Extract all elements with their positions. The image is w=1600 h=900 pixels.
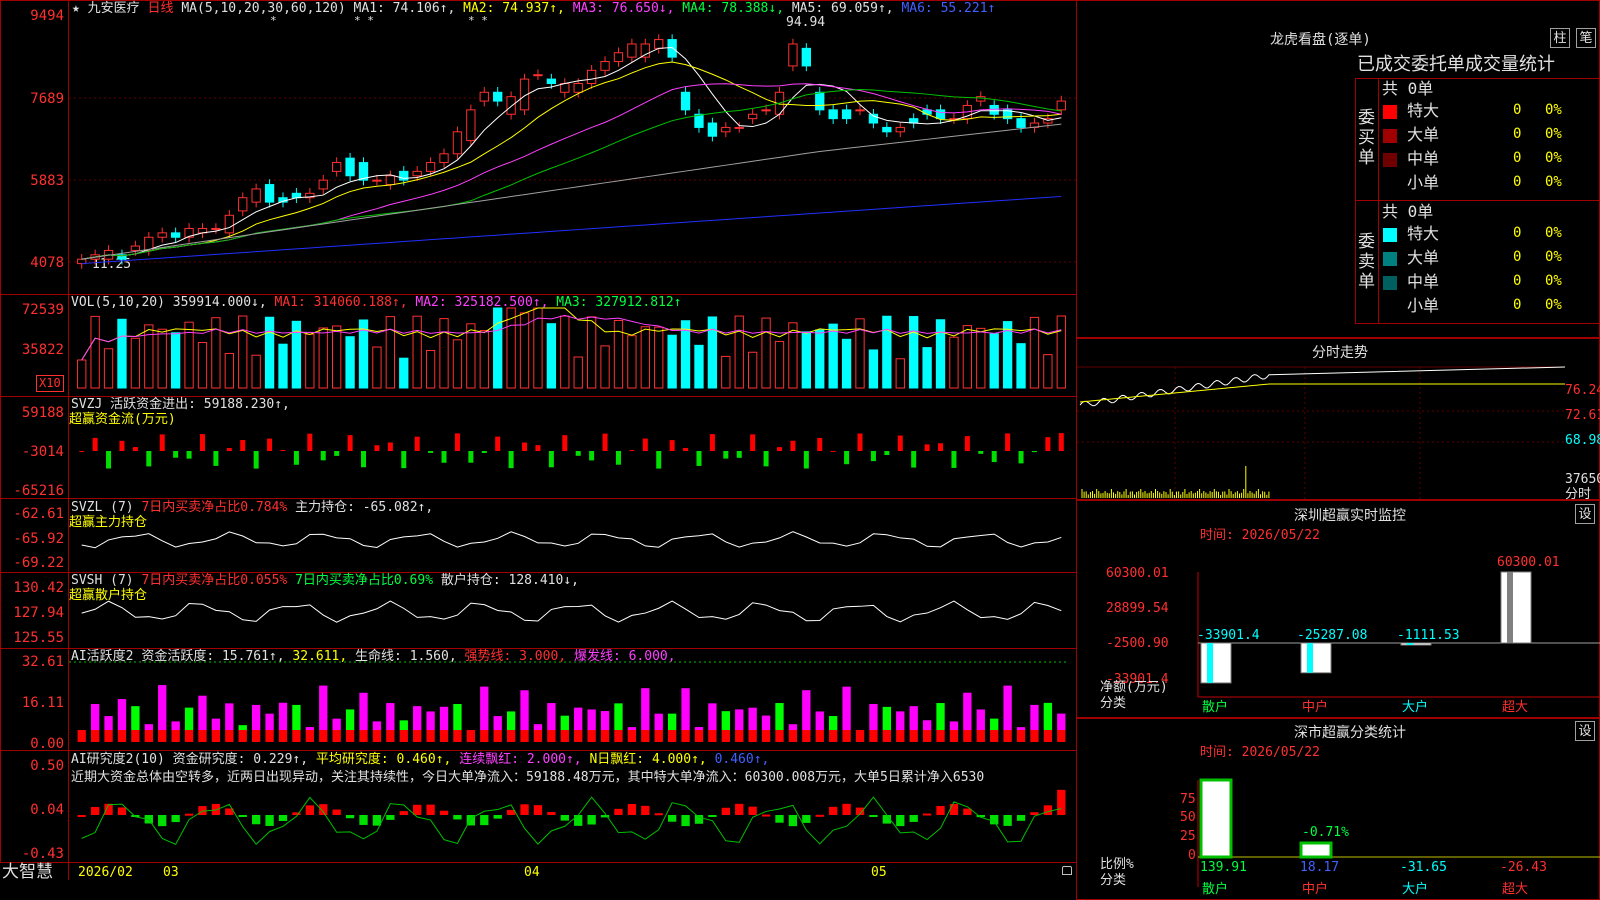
classify-category-3: 超大	[1502, 882, 1528, 897]
classify-category-1: 中户	[1302, 881, 1328, 897]
classify-value-3: -26.43	[1500, 860, 1547, 875]
classify-bar-0	[1199, 778, 1233, 859]
classify-category-2: 大户	[1402, 881, 1428, 897]
monitor-bar-3	[1500, 571, 1532, 644]
classify-category-0: 散户	[1202, 881, 1228, 897]
monitor-bar-shade-2	[1407, 643, 1413, 645]
monitor-value-0: -33901.4	[1197, 628, 1260, 643]
monitor-bar-shade-1	[1307, 643, 1313, 673]
classify-value-0: 139.91	[1200, 860, 1247, 875]
monitor-category-1: 中户	[1302, 699, 1328, 715]
monitor-value-2: -1111.53	[1397, 628, 1460, 643]
monitor-bar-0	[1200, 642, 1232, 684]
classify-value-1: 18.17	[1300, 860, 1339, 875]
monitor-bar-1	[1300, 642, 1332, 674]
monitor-category-0: 散户	[1202, 699, 1228, 715]
monitor-bar-shade-3	[1507, 572, 1513, 643]
classify-bar-1	[1299, 841, 1333, 859]
classify-value-2: -31.65	[1400, 860, 1447, 875]
monitor-value-1: -25287.08	[1297, 628, 1367, 643]
monitor-bar-shade-0	[1207, 643, 1213, 683]
classify-small-label: -0.71%	[1302, 825, 1349, 840]
monitor-bar-2	[1400, 642, 1432, 646]
monitor-value-3: 60300.01	[1497, 555, 1560, 570]
right-bar-charts: -33901.4 散户 -25287.08 中户 -1111.53 大户 60300.01 超…	[1197, 555, 1600, 897]
monitor-category-2: 大户	[1402, 699, 1428, 715]
monitor-category-3: 超大	[1502, 700, 1528, 715]
